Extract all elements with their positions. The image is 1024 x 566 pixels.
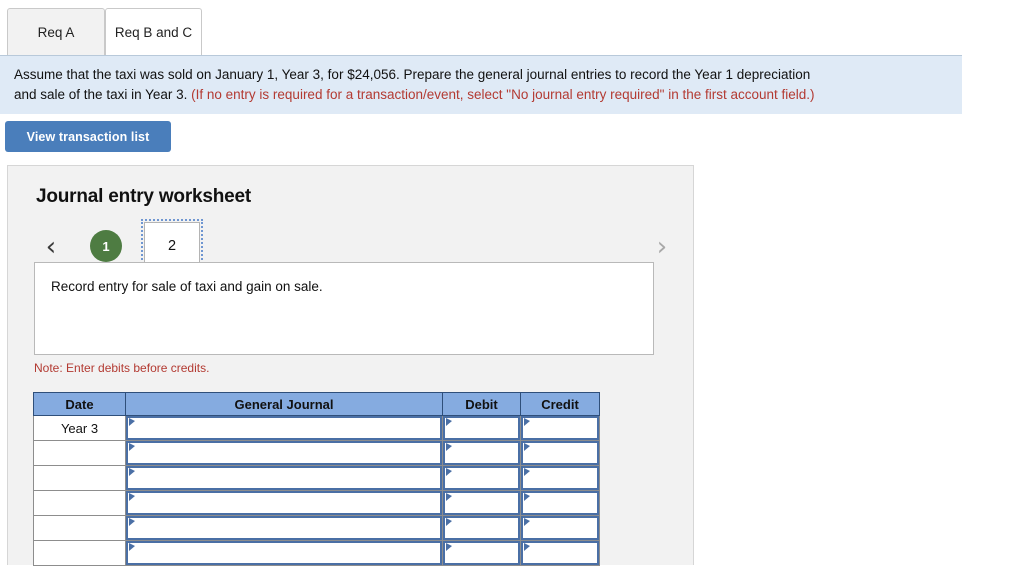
debits-before-credits-note: Note: Enter debits before credits. bbox=[34, 361, 210, 375]
table-row bbox=[33, 465, 600, 491]
cell-credit[interactable] bbox=[521, 516, 599, 540]
cell-general-journal[interactable] bbox=[126, 516, 442, 540]
table-row bbox=[33, 440, 600, 466]
tab-req-a-label: Req A bbox=[37, 24, 75, 40]
cell-general-journal[interactable] bbox=[126, 541, 442, 565]
cell-debit[interactable] bbox=[443, 516, 520, 540]
cell-general-journal[interactable] bbox=[126, 466, 442, 490]
pager-step-1[interactable]: 1 bbox=[90, 230, 122, 262]
tab-strip: Req A Req B and C bbox=[0, 0, 1024, 55]
page-title: Journal entry worksheet bbox=[36, 186, 252, 207]
table-body: Year 3 bbox=[33, 415, 600, 566]
chevron-left-icon[interactable]: ‹ bbox=[38, 232, 64, 262]
cell-debit[interactable] bbox=[443, 416, 520, 440]
view-transaction-list-button[interactable]: View transaction list bbox=[5, 121, 171, 152]
cell-credit[interactable] bbox=[521, 441, 599, 465]
cell-date[interactable] bbox=[33, 440, 126, 466]
cell-date[interactable] bbox=[33, 465, 126, 491]
column-header-date: Date bbox=[33, 392, 126, 416]
table-row bbox=[33, 540, 600, 566]
table-row: Year 3 bbox=[33, 415, 600, 441]
column-header-debit: Debit bbox=[442, 392, 521, 416]
column-header-general-journal: General Journal bbox=[125, 392, 443, 416]
cell-debit[interactable] bbox=[443, 491, 520, 515]
table-row bbox=[33, 515, 600, 541]
instruction-line-1: Assume that the taxi was sold on January… bbox=[14, 67, 811, 82]
tab-req-b-and-c-label: Req B and C bbox=[114, 24, 193, 40]
cell-date[interactable] bbox=[33, 515, 126, 541]
cell-credit[interactable] bbox=[521, 416, 599, 440]
cell-credit[interactable] bbox=[521, 491, 599, 515]
cell-debit[interactable] bbox=[443, 466, 520, 490]
cell-general-journal[interactable] bbox=[126, 491, 442, 515]
column-header-credit: Credit bbox=[520, 392, 600, 416]
instruction-line-2-red: (If no entry is required for a transacti… bbox=[191, 86, 815, 102]
tab-req-a[interactable]: Req A bbox=[7, 8, 105, 55]
instruction-line-2: and sale of the taxi in Year 3. (If no e… bbox=[14, 85, 950, 105]
cell-general-journal[interactable] bbox=[126, 441, 442, 465]
instruction-banner: Assume that the taxi was sold on January… bbox=[0, 55, 962, 115]
tab-req-b-and-c[interactable]: Req B and C bbox=[105, 8, 202, 55]
cell-date[interactable] bbox=[33, 490, 126, 516]
cell-date[interactable] bbox=[33, 540, 126, 566]
cell-credit[interactable] bbox=[521, 541, 599, 565]
journal-entry-table: Date General Journal Debit Credit Year 3 bbox=[33, 392, 600, 566]
cell-debit[interactable] bbox=[443, 441, 520, 465]
cell-credit[interactable] bbox=[521, 466, 599, 490]
instruction-line-2-black: and sale of the taxi in Year 3. bbox=[14, 86, 192, 102]
table-row bbox=[33, 490, 600, 516]
cell-date[interactable]: Year 3 bbox=[33, 415, 126, 441]
entry-description-box: Record entry for sale of taxi and gain o… bbox=[34, 262, 654, 355]
cell-general-journal[interactable] bbox=[126, 416, 442, 440]
chevron-right-icon[interactable]: › bbox=[649, 232, 675, 262]
cell-debit[interactable] bbox=[443, 541, 520, 565]
table-header-row: Date General Journal Debit Credit bbox=[33, 392, 600, 416]
entry-description-text: Record entry for sale of taxi and gain o… bbox=[51, 279, 323, 294]
